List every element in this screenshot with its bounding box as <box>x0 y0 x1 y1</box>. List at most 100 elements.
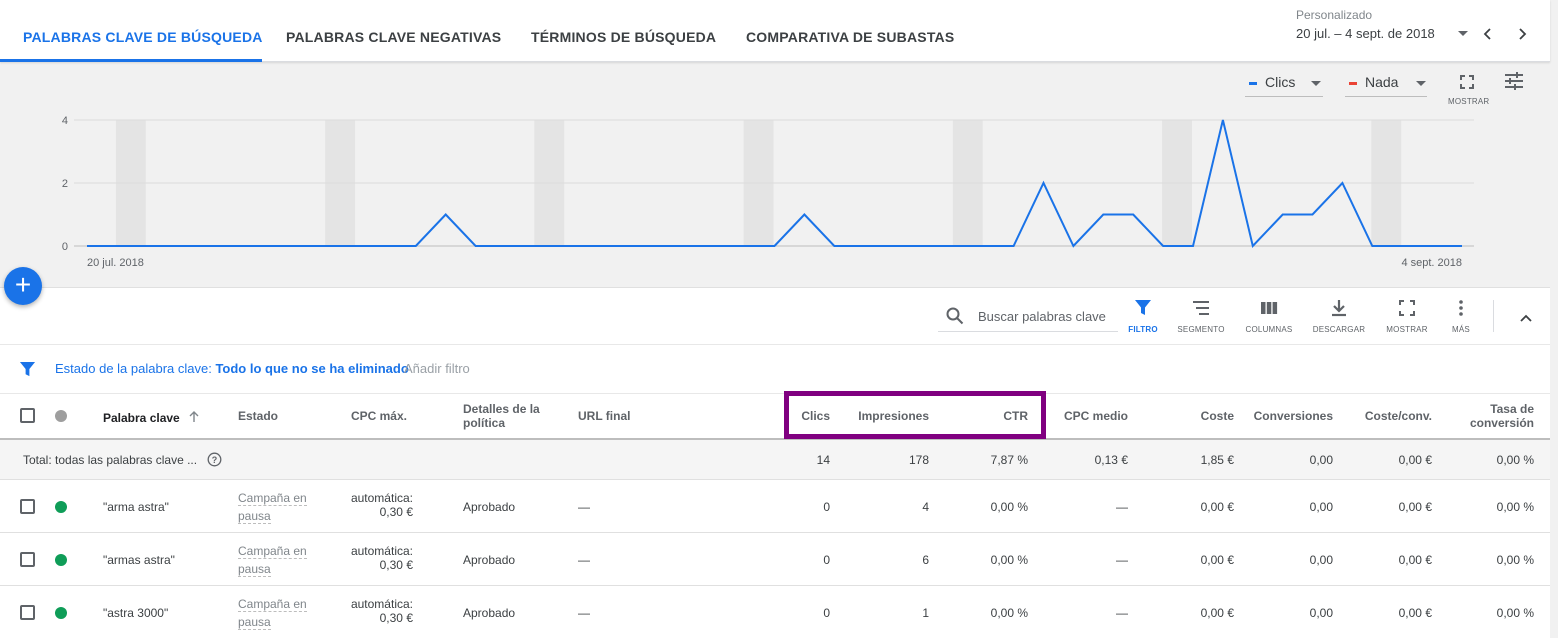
date-range-value[interactable]: 20 jul. – 4 sept. de 2018 <box>1296 26 1435 41</box>
data-point <box>1400 244 1404 248</box>
tab-search-terms[interactable]: TÉRMINOS DE BÚSQUEDA <box>531 29 716 45</box>
row-checkbox[interactable] <box>20 552 35 567</box>
add-filter-link[interactable]: Añadir filtro <box>404 361 470 376</box>
cost-conv-value: 0,00 € <box>1398 553 1432 567</box>
policy-status: Aprobado <box>463 500 516 514</box>
column-header-policy[interactable]: Detalles de la política <box>463 402 540 430</box>
column-header-keyword[interactable]: Palabra clave <box>103 411 199 425</box>
tab-search-keywords[interactable]: PALABRAS CLAVE DE BÚSQUEDA <box>23 29 263 45</box>
keyword-text[interactable]: "armas astra" <box>103 553 175 567</box>
data-point <box>533 244 537 248</box>
keyword-search-input[interactable]: Buscar palabras clave <box>938 300 1118 332</box>
chevron-right-icon[interactable] <box>1512 24 1532 44</box>
total-clicks: 14 <box>816 453 830 467</box>
column-header-policy-line2: política <box>463 416 506 430</box>
download-button[interactable]: DESCARGAR <box>1304 296 1374 340</box>
tab-auction-insights[interactable]: COMPARATIVA DE SUBASTAS <box>746 29 954 45</box>
chart-expand-button[interactable]: MOSTRAR <box>1446 72 1489 108</box>
metric-2-color-swatch <box>1349 82 1357 85</box>
segment-button[interactable]: SEGMENTO <box>1166 296 1236 340</box>
metric-selector-1[interactable]: Clics <box>1245 71 1323 97</box>
data-point <box>115 244 119 248</box>
data-point <box>205 244 209 248</box>
table-row[interactable]: "arma astra" Campaña en pausa automática… <box>0 480 1550 533</box>
metric-1-label: Clics <box>1265 74 1296 90</box>
keyword-text[interactable]: "astra 3000" <box>103 606 168 620</box>
column-header-max-cpc[interactable]: CPC máx. <box>320 409 407 423</box>
column-header-final-url[interactable]: URL final <box>578 409 630 423</box>
keyword-status[interactable]: Campaña en pausa <box>238 595 307 631</box>
data-point <box>264 244 268 248</box>
search-icon <box>946 307 964 325</box>
row-checkbox[interactable] <box>20 605 35 620</box>
segment-icon <box>1193 301 1209 315</box>
data-point <box>175 244 179 248</box>
download-icon <box>1332 300 1346 317</box>
max-cpc[interactable]: automática: 0,30 € <box>320 491 413 519</box>
filter-icon <box>19 361 36 383</box>
ctr-value: 0,00 % <box>990 500 1028 514</box>
add-button[interactable]: + <box>4 267 42 305</box>
column-header-conversions[interactable]: Conversiones <box>1240 409 1333 423</box>
total-conversions: 0,00 <box>1309 453 1333 467</box>
data-point <box>802 213 806 217</box>
column-header-status[interactable]: Estado <box>238 409 278 423</box>
column-header-clicks[interactable]: Clics <box>780 409 830 423</box>
search-placeholder: Buscar palabras clave <box>978 309 1106 324</box>
keyword-text[interactable]: "arma astra" <box>103 500 169 514</box>
column-header-ctr[interactable]: CTR <box>960 409 1028 423</box>
chevron-up-icon[interactable] <box>1516 308 1536 328</box>
avg-cpc-value: — <box>1116 606 1128 620</box>
avg-cpc-value: — <box>1116 500 1128 514</box>
data-point <box>1191 244 1195 248</box>
columns-button[interactable]: COLUMNAS <box>1234 296 1304 340</box>
keyword-status[interactable]: Campaña en pausa <box>238 489 307 525</box>
metric-1-color-swatch <box>1249 82 1257 85</box>
metric-selector-2[interactable]: Nada <box>1345 71 1427 97</box>
cost-value: 0,00 € <box>1200 553 1234 567</box>
data-point <box>862 244 866 248</box>
download-button-label: DESCARGAR <box>1312 325 1366 334</box>
data-point <box>593 244 597 248</box>
chart-settings-button[interactable] <box>1503 70 1525 92</box>
max-cpc-line1: automática: <box>350 544 413 558</box>
column-header-conv-rate[interactable]: Tasa de conversión <box>1440 402 1534 430</box>
more-button-label: MÁS <box>1452 325 1470 334</box>
policy-status: Aprobado <box>463 606 516 620</box>
select-all-checkbox[interactable] <box>20 408 35 423</box>
more-button[interactable]: MÁS <box>1426 296 1496 340</box>
column-header-impressions[interactable]: Impresiones <box>840 409 929 423</box>
table-row[interactable]: "armas astra" Campaña en pausa automátic… <box>0 533 1550 586</box>
page-scrollbar[interactable] <box>1550 0 1558 638</box>
svg-text:?: ? <box>212 455 218 465</box>
data-point <box>982 244 986 248</box>
cost-value: 0,00 € <box>1200 606 1234 620</box>
row-checkbox[interactable] <box>20 499 35 514</box>
column-header-policy-line1: Detalles de la <box>463 402 540 416</box>
performance-chart-panel: 0 2 4 20 jul. 2018 4 sept. 2018 Clics Nada M… <box>0 62 1550 288</box>
column-header-cost-conv[interactable]: Coste/conv. <box>1350 409 1432 423</box>
data-point <box>1012 244 1016 248</box>
columns-button-label: COLUMNAS <box>1245 325 1293 334</box>
data-point <box>1101 213 1105 217</box>
max-cpc[interactable]: automática: 0,30 € <box>320 597 413 625</box>
tab-negative-keywords[interactable]: PALABRAS CLAVE NEGATIVAS <box>286 29 501 45</box>
table-row[interactable]: "astra 3000" Campaña en pausa automática… <box>0 586 1550 638</box>
max-cpc[interactable]: automática: 0,30 € <box>320 544 413 572</box>
chevron-left-icon[interactable] <box>1478 24 1498 44</box>
help-icon[interactable]: ? <box>207 452 222 472</box>
chevron-down-icon <box>1416 81 1426 86</box>
clicks-value: 0 <box>823 606 830 620</box>
column-header-conv-rate-line2: conversión <box>1469 416 1534 430</box>
data-point <box>713 244 717 248</box>
data-point <box>653 244 657 248</box>
keyword-status[interactable]: Campaña en pausa <box>238 542 307 578</box>
data-point <box>1161 244 1165 248</box>
active-filter-chip[interactable]: Estado de la palabra clave: Todo lo que … <box>55 361 409 376</box>
column-header-avg-cpc[interactable]: CPC medio <box>1040 409 1128 423</box>
y-tick-label: 2 <box>62 178 68 190</box>
column-header-cost[interactable]: Coste <box>1150 409 1234 423</box>
more-vert-icon <box>1459 300 1463 316</box>
date-range-dropdown-icon[interactable] <box>1458 31 1468 36</box>
y-tick-label: 4 <box>62 115 68 127</box>
